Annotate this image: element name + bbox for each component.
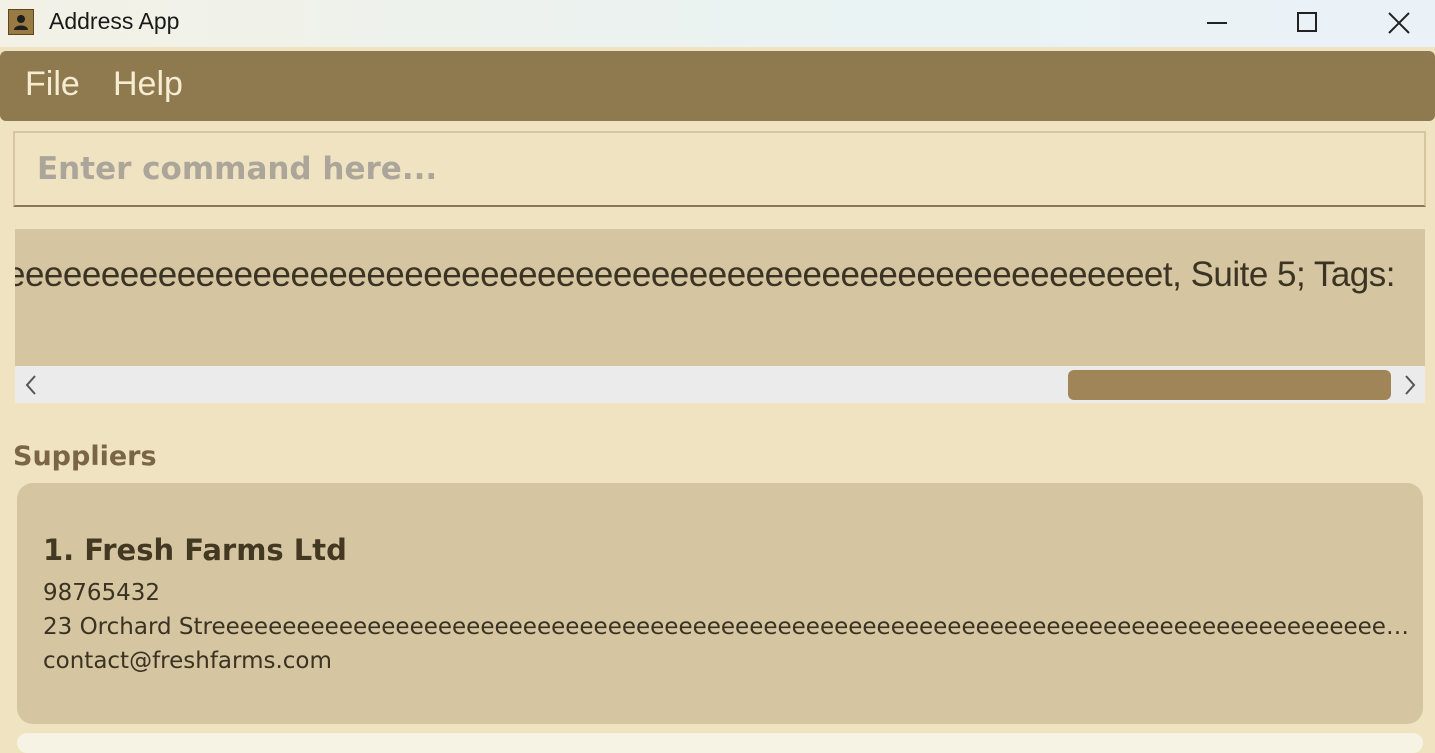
close-icon: [1388, 12, 1410, 34]
supplier-email: contact@freshfarms.com: [43, 648, 332, 674]
contact-card-icon: [8, 9, 34, 35]
command-input[interactable]: [15, 133, 1424, 205]
result-display: eeeeeeeeeeeeeeeeeeeeeeeeeeeeeeeeeeeeeeee…: [15, 229, 1425, 366]
scrollbar-thumb[interactable]: [1068, 370, 1391, 400]
close-button[interactable]: [1354, 0, 1435, 47]
result-horizontal-scrollbar[interactable]: [15, 366, 1425, 403]
result-text: eeeeeeeeeeeeeeeeeeeeeeeeeeeeeeeeeeeeeeee…: [15, 255, 1396, 294]
supplier-address: 23 Orchard Streeeeeeeeeeeeeeeeeeeeeeeeee…: [43, 614, 1411, 640]
window-title: Address App: [49, 8, 180, 34]
supplier-card-next[interactable]: [17, 733, 1423, 753]
menu-file[interactable]: File: [25, 65, 80, 104]
minimize-icon: [1207, 22, 1227, 24]
title-bar: Address App: [0, 0, 1435, 47]
menu-bar: File Help: [0, 51, 1435, 121]
suppliers-heading: Suppliers: [13, 441, 157, 472]
supplier-name: 1. Fresh Farms Ltd: [43, 533, 347, 567]
minimize-button[interactable]: [1172, 0, 1262, 47]
scroll-left-icon[interactable]: [24, 374, 38, 396]
menu-help[interactable]: Help: [113, 65, 183, 104]
scroll-right-icon[interactable]: [1403, 374, 1417, 396]
maximize-button[interactable]: [1262, 0, 1352, 47]
supplier-phone: 98765432: [43, 580, 161, 606]
command-box: [13, 131, 1426, 207]
maximize-icon: [1297, 12, 1317, 32]
supplier-card[interactable]: 1. Fresh Farms Ltd 98765432 23 Orchard S…: [17, 483, 1423, 724]
